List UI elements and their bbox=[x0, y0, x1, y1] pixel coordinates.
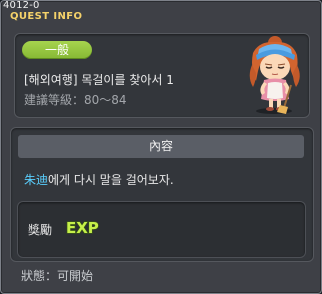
quest-status: 狀態：可開始 bbox=[21, 267, 93, 284]
window-title[interactable]: QUEST INFO bbox=[10, 11, 82, 22]
exp-text: EXP bbox=[66, 219, 99, 237]
content-header: 內容 bbox=[18, 135, 304, 158]
quest-summary-panel: 一般 [해외여행] 목걸이를 찾아서 1 建議等級：80～84 bbox=[14, 33, 310, 118]
quest-category-badge: 一般 bbox=[22, 41, 92, 59]
level-colon: ： bbox=[72, 93, 85, 107]
status-label: 狀態 bbox=[21, 269, 46, 283]
recommended-level: 建議等級：80～84 bbox=[24, 91, 127, 108]
status-value: 可開始 bbox=[57, 269, 94, 283]
quest-name: [해외여행] 목걸이를 찾아서 1 bbox=[24, 73, 174, 87]
exp-icon[interactable]: EXP bbox=[64, 215, 100, 239]
reward-box: 獎勵 EXP bbox=[17, 201, 306, 258]
level-value: 80～84 bbox=[84, 93, 127, 107]
npc-name-link[interactable]: 朱迪 bbox=[24, 173, 48, 187]
status-colon: ： bbox=[45, 269, 58, 283]
description-text: 에게 다시 말을 걸어보자. bbox=[48, 173, 174, 187]
quest-id: 4012-0 bbox=[3, 0, 40, 11]
level-label: 建議等級 bbox=[24, 93, 73, 107]
quest-content-panel: 內容 朱迪에게 다시 말을 걸어보자. 獎勵 EXP bbox=[10, 127, 314, 262]
quest-info-window: 4012-0 QUEST INFO 一般 [해외여행] 목걸이를 찾아서 1 建… bbox=[0, 0, 322, 294]
npc-girl-portrait bbox=[249, 36, 300, 114]
reward-label: 獎勵 bbox=[28, 223, 53, 237]
quest-description: 朱迪에게 다시 말을 걸어보자. bbox=[24, 171, 174, 188]
